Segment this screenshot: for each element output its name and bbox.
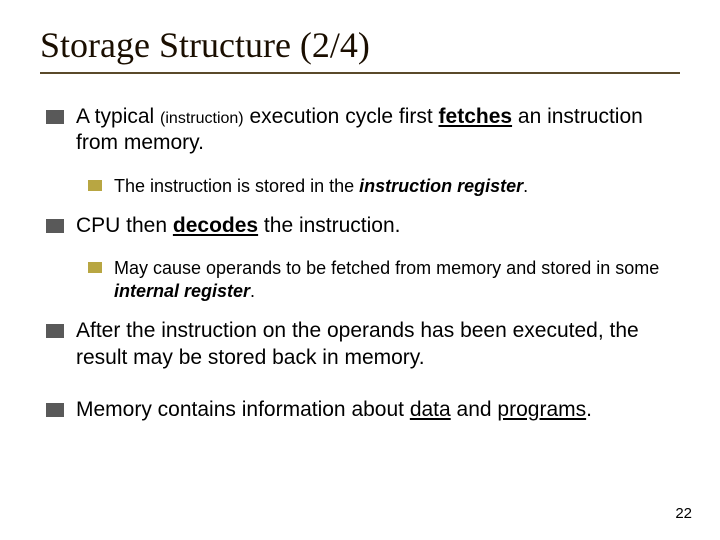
text-fragment: Memory contains information about: [76, 398, 410, 421]
text-fragment: The instruction is stored in the: [114, 176, 359, 196]
text-fragment: .: [586, 398, 592, 421]
text-fragment: and: [451, 398, 498, 421]
text-underline: programs: [497, 398, 586, 421]
text-emphasis: decodes: [173, 214, 258, 237]
bullet-level2: The instruction is stored in the instruc…: [88, 175, 680, 198]
bullet-text: May cause operands to be fetched from me…: [114, 257, 680, 302]
slide-title: Storage Structure (2/4): [40, 24, 680, 74]
text-fragment: .: [523, 176, 528, 196]
bullet-level1: A typical (instruction) execution cycle …: [46, 104, 680, 157]
bullet-text: After the instruction on the operands ha…: [76, 318, 680, 371]
text-fragment: the instruction.: [258, 214, 400, 237]
square-bullet-icon: [46, 110, 64, 124]
text-fragment: CPU then: [76, 214, 173, 237]
bullet-level2: May cause operands to be fetched from me…: [88, 257, 680, 302]
square-bullet-icon: [88, 180, 102, 191]
bullet-level1: After the instruction on the operands ha…: [46, 318, 680, 371]
bullet-text: The instruction is stored in the instruc…: [114, 175, 680, 198]
text-emphasis: instruction register: [359, 176, 523, 196]
text-fragment: May cause operands to be fetched from me…: [114, 258, 659, 278]
text-fragment: A typical: [76, 105, 160, 128]
slide: Storage Structure (2/4) A typical (instr…: [0, 0, 720, 540]
square-bullet-icon: [46, 219, 64, 233]
text-emphasis: fetches: [439, 105, 513, 128]
bullet-text: A typical (instruction) execution cycle …: [76, 104, 680, 157]
text-small: (instruction): [160, 110, 244, 127]
text-underline: data: [410, 398, 451, 421]
bullet-list: A typical (instruction) execution cycle …: [40, 104, 680, 423]
text-fragment: .: [250, 281, 255, 301]
bullet-text: Memory contains information about data a…: [76, 397, 680, 423]
bullet-level1: CPU then decodes the instruction.: [46, 213, 680, 239]
bullet-text: CPU then decodes the instruction.: [76, 213, 680, 239]
page-number: 22: [675, 505, 692, 522]
text-emphasis: internal register: [114, 281, 250, 301]
square-bullet-icon: [46, 403, 64, 417]
bullet-level1: Memory contains information about data a…: [46, 397, 680, 423]
text-fragment: execution cycle first: [244, 105, 439, 128]
square-bullet-icon: [88, 262, 102, 273]
square-bullet-icon: [46, 324, 64, 338]
